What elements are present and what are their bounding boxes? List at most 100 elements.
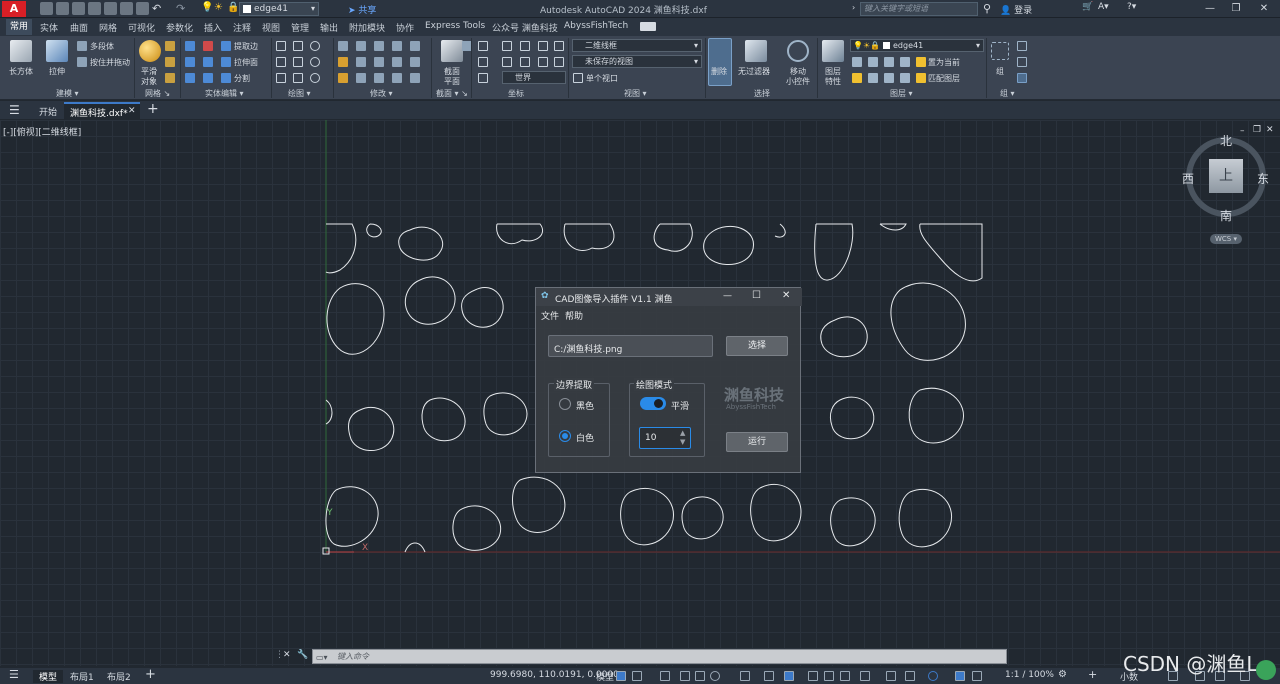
visual-style-dropdown[interactable]: 二维线框 ▾ [572,39,702,52]
dialog-maximize-button[interactable]: ☐ [752,290,761,301]
panel-title-modify[interactable]: 修改 ▾ [370,88,393,99]
file-path-input[interactable]: C:/渊鱼科技.png [548,335,713,357]
culling-icon[interactable] [708,38,732,86]
spin-input[interactable]: 10 ▲ ▼ [639,427,691,449]
gizmo-icon[interactable] [905,671,915,681]
select-file-button[interactable]: 选择 [726,336,788,356]
close-tab-icon[interactable]: ✕ [128,106,136,116]
annotation-scale-icon[interactable] [972,671,982,681]
run-button[interactable]: 运行 [726,432,788,452]
tab-abyssfishtech[interactable]: AbyssFishTech [564,21,628,31]
ortho-icon[interactable] [680,671,690,681]
save-icon[interactable] [72,2,85,15]
redo-icon[interactable]: ↷ [176,2,185,15]
circle-icon[interactable] [310,57,320,67]
no-filter-icon[interactable] [745,40,767,62]
minimize-button[interactable]: — [1200,2,1220,16]
extract-edges-icon[interactable] [221,41,231,51]
dialog-menu-help[interactable]: 帮助 [565,309,583,322]
split-label[interactable]: 分割 [234,73,250,84]
dialog-menu-file[interactable]: 文件 [541,309,559,322]
extract-edges-label[interactable]: 提取边 [234,41,258,52]
close-button[interactable]: ✕ [1254,2,1274,16]
extrude-face-label[interactable]: 拉伸面 [234,57,258,68]
ellipse-icon[interactable] [310,73,320,83]
radio-black-label[interactable]: 黑色 [576,399,594,412]
align-icon[interactable] [356,73,366,83]
mesh-icon[interactable] [165,57,175,67]
layout-menu-icon[interactable]: ☰ [9,668,19,681]
move-icon[interactable] [374,41,384,51]
properties-icon[interactable] [136,2,149,15]
layer-tool-icon[interactable] [884,57,894,67]
layer-tool-icon[interactable] [900,73,910,83]
restore-button[interactable]: ❐ [1226,2,1246,16]
layer-tool-icon[interactable] [852,73,862,83]
lightbulb-icon[interactable]: 💡 [201,2,213,13]
smooth-toggle-label[interactable]: 平滑 [671,399,689,412]
slice-icon[interactable] [203,57,213,67]
lineweight-icon[interactable] [784,671,794,681]
group-select-icon[interactable] [1017,73,1027,83]
subtract-icon[interactable] [185,57,195,67]
polysolid-label[interactable]: 多段体 [90,41,114,52]
viewport-icon[interactable] [573,73,583,83]
tab-express-tools[interactable]: Express Tools [425,21,485,31]
panel-title-groups[interactable]: 组 ▾ [1000,88,1015,99]
tab-annotate[interactable]: 注释 [233,21,251,34]
offset-icon[interactable] [392,73,402,83]
polygon-icon[interactable] [276,73,286,83]
box-icon[interactable] [10,40,32,62]
chevron-right-icon[interactable]: › [852,3,855,12]
intersect-icon[interactable] [185,73,195,83]
ungroup-icon[interactable] [1017,41,1027,51]
panel-title-view[interactable]: 视图 ▾ [624,88,647,99]
command-input[interactable]: ▭▾ 键入命令 [312,649,1007,664]
section-plane-icon[interactable] [441,40,463,62]
tab-collaborate[interactable]: 协作 [396,21,414,34]
group-icon[interactable] [991,42,1009,60]
construction-line-icon[interactable] [293,57,303,67]
assistant-badge-icon[interactable] [1256,660,1276,680]
move-gizmo-icon[interactable] [787,40,809,62]
layer-tool-icon[interactable] [868,57,878,67]
layer-properties-icon[interactable] [822,40,844,62]
dialog-close-button[interactable]: ✕ [782,290,790,301]
add-tab-icon[interactable]: + [147,101,159,117]
pencil-icon[interactable] [338,57,348,67]
layer-tool-icon[interactable] [852,57,862,67]
tab-solid[interactable]: 实体 [40,21,58,34]
ucs-y-icon[interactable] [538,41,548,51]
layer-dropdown[interactable]: 💡☀🔒 edge41 ▾ [850,39,984,52]
dialog-title-bar[interactable]: ✿ CAD图像导入插件 V1.1 渊鱼 — ☐ ✕ [536,288,802,306]
interfere-icon[interactable] [203,41,213,51]
extrude-icon[interactable] [46,40,68,62]
group-edit-icon[interactable] [1017,57,1027,67]
presspull-label[interactable]: 按住并拖动 [90,57,130,68]
rotate-icon[interactable] [356,57,366,67]
hamburger-menu-icon[interactable]: ☰ [9,103,20,117]
search-icon[interactable]: ⚲ [983,2,991,15]
split-icon[interactable] [221,73,231,83]
ucs-3point-icon[interactable] [538,57,548,67]
grid-icon[interactable] [616,671,626,681]
help-icon[interactable]: ?▾ [1127,2,1136,12]
snap-icon[interactable] [632,671,642,681]
ribbon-toggle-icon[interactable] [640,22,656,31]
line-icon[interactable] [276,41,286,51]
model-space-toggle[interactable]: 模型 [596,670,614,683]
layer-tool-icon[interactable] [868,73,878,83]
arc-icon[interactable] [310,41,320,51]
ucs-world-dropdown[interactable]: 世界 [502,71,566,84]
grid-array-icon[interactable] [410,73,420,83]
mesh-icon[interactable] [165,73,175,83]
infer-icon[interactable] [660,671,670,681]
stretch-icon[interactable] [374,73,384,83]
osnap-icon[interactable] [764,671,774,681]
autocad-logo-icon[interactable]: A [2,1,26,17]
tab-view[interactable]: 视图 [262,21,280,34]
tab-surface[interactable]: 曲面 [70,21,88,34]
tab-output[interactable]: 输出 [320,21,338,34]
set-current-icon[interactable] [916,57,926,67]
union-icon[interactable] [185,41,195,51]
